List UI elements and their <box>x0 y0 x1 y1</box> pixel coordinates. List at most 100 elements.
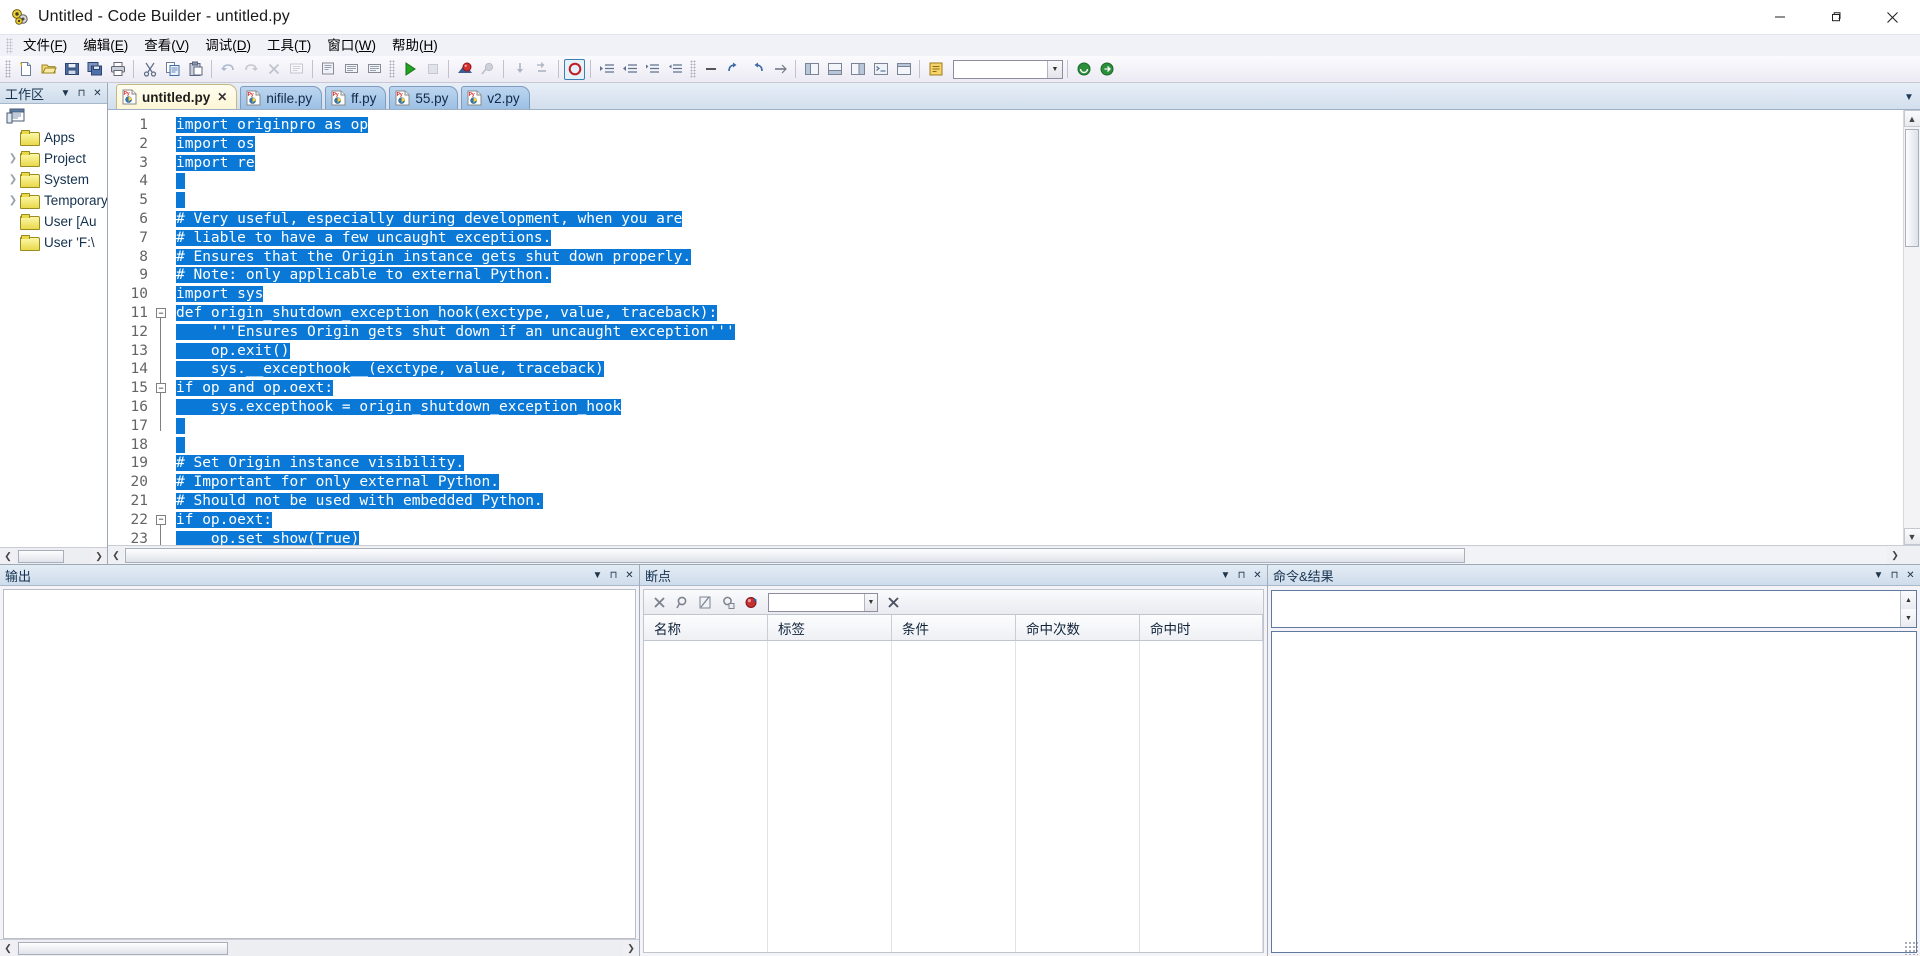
scroll-left-button[interactable]: ❮ <box>108 548 124 563</box>
editor-hscrollbar[interactable]: ❮ ❯ <box>108 545 1920 564</box>
code-line[interactable] <box>176 172 1903 191</box>
scroll-track[interactable] <box>16 548 91 564</box>
chevron-down-icon[interactable]: ▼ <box>864 593 877 611</box>
find-icon[interactable] <box>286 59 307 80</box>
redo-icon[interactable] <box>240 59 261 80</box>
step-into-icon[interactable] <box>509 59 530 80</box>
code-line[interactable]: sys.__excepthook__(exctype, value, trace… <box>176 360 1903 379</box>
toggle-workspace-icon[interactable] <box>893 59 914 80</box>
scroll-right-button[interactable]: ❯ <box>1887 548 1903 563</box>
code-line[interactable]: # Note: only applicable to external Pyth… <box>176 266 1903 285</box>
code-line[interactable]: def origin_shutdown_exception_hook(excty… <box>176 304 1903 323</box>
code-line[interactable]: # Set Origin instance visibility. <box>176 454 1903 473</box>
build-icon[interactable] <box>477 59 498 80</box>
code-line[interactable]: # liable to have a few uncaught exceptio… <box>176 229 1903 248</box>
comment-icon[interactable] <box>642 59 663 80</box>
menu-tools[interactable]: 工具(T) <box>259 35 319 57</box>
menu-file[interactable]: 文件(F) <box>15 35 75 57</box>
uncomment-icon[interactable] <box>665 59 686 80</box>
code-line[interactable]: # Ensures that the Origin instance gets … <box>176 248 1903 267</box>
scroll-thumb[interactable] <box>125 547 1465 563</box>
run-icon[interactable] <box>399 59 420 80</box>
close-icon[interactable]: ✕ <box>91 86 104 101</box>
breakpoints-filter-combo[interactable]: ▼ <box>768 592 878 612</box>
close-icon[interactable]: ✕ <box>623 568 636 583</box>
toolbar-search-combo[interactable]: ▼ <box>953 59 1063 79</box>
outdent-icon[interactable] <box>619 59 640 80</box>
toggle-output-icon[interactable] <box>824 59 845 80</box>
menu-grip-icon[interactable] <box>6 37 13 54</box>
menu-window[interactable]: 窗口(W) <box>319 35 384 57</box>
tab-untitled-py[interactable]: Py untitled.py ✕ <box>116 84 238 109</box>
menu-help[interactable]: 帮助(H) <box>384 35 446 57</box>
code-line[interactable]: if op.oext: <box>176 511 1903 530</box>
output-hscrollbar[interactable]: ❮ ❯ <box>0 939 639 956</box>
chevron-right-icon[interactable]: ❯ <box>6 173 20 187</box>
tree-item-user-f[interactable]: User 'F:\ <box>0 232 107 253</box>
command-results-area[interactable] <box>1271 631 1917 953</box>
close-icon[interactable]: ✕ <box>1251 568 1264 583</box>
goto-source-icon[interactable] <box>696 593 715 612</box>
maximize-button[interactable] <box>1808 0 1864 34</box>
toggle-panel-icon[interactable] <box>801 59 822 80</box>
tree-item-system[interactable]: ❯ System <box>0 169 107 190</box>
column-header-label[interactable]: 标签 <box>768 615 892 640</box>
scroll-track[interactable] <box>16 940 623 956</box>
spin-down-icon[interactable]: ▼ <box>1901 609 1916 627</box>
editor-vscrollbar[interactable]: ▲ ▼ <box>1903 110 1920 545</box>
toggle-breakpoints-icon[interactable] <box>847 59 868 80</box>
resize-grip-icon[interactable] <box>1904 941 1918 955</box>
disable-breakpoint-icon[interactable] <box>673 593 692 612</box>
new-breakpoint-icon[interactable] <box>742 593 761 612</box>
breakpoints-rows[interactable] <box>644 641 1263 952</box>
tab-ff-py[interactable]: Py ff.py <box>325 86 387 109</box>
compile-icon[interactable] <box>454 59 475 80</box>
breakpoint-toggle-icon[interactable] <box>564 58 585 80</box>
breakpoints-grid[interactable]: 名称 标签 条件 命中次数 命中时 <box>643 614 1264 953</box>
bookmark-prev-icon[interactable] <box>746 59 767 80</box>
spin-up-icon[interactable]: ▲ <box>1901 591 1916 609</box>
toolbar-search-input[interactable] <box>954 61 1046 77</box>
breakpoints-filter-input[interactable] <box>769 594 861 610</box>
chevron-right-icon[interactable]: ❯ <box>6 194 20 208</box>
copy-icon[interactable] <box>162 59 183 80</box>
code-text[interactable]: import originpro as op import os import re… <box>170 110 1903 545</box>
tab-nifile-py[interactable]: Py nifile.py <box>240 86 323 109</box>
find-prev-icon[interactable] <box>364 59 385 80</box>
dropdown-icon[interactable]: ▼ <box>59 86 72 101</box>
tab-v2-py[interactable]: Py v2.py <box>461 86 530 109</box>
code-line[interactable]: op.set_show(True) <box>176 530 1903 545</box>
code-line[interactable]: sys.excepthook = origin_shutdown_excepti… <box>176 398 1903 417</box>
workspace-tree[interactable]: Apps ❯ Project ❯ System ❯ Temporary User… <box>0 104 107 547</box>
tab-55-py[interactable]: Py 55.py <box>389 86 459 109</box>
command-input[interactable] <box>1272 591 1900 625</box>
stop-icon[interactable] <box>422 59 443 80</box>
tree-item-project[interactable]: ❯ Project <box>0 148 107 169</box>
save-all-icon[interactable] <box>84 59 105 80</box>
toolbar-grip-icon[interactable] <box>389 60 395 78</box>
clear-filter-icon[interactable] <box>884 593 903 612</box>
new-file-icon[interactable] <box>15 59 36 80</box>
indent-icon[interactable] <box>596 59 617 80</box>
paste-icon[interactable] <box>185 59 206 80</box>
fold-toggle-icon[interactable]: − <box>156 308 166 318</box>
workspace-root-icon[interactable] <box>0 107 107 127</box>
minimize-button[interactable] <box>1752 0 1808 34</box>
print-icon[interactable] <box>107 59 128 80</box>
fold-column[interactable]: − − − <box>154 110 170 545</box>
scroll-right-button[interactable]: ❯ <box>623 941 639 956</box>
close-icon[interactable]: ✕ <box>1904 568 1917 583</box>
code-line[interactable]: # Should not be used with embedded Pytho… <box>176 492 1903 511</box>
scroll-left-button[interactable]: ❮ <box>0 549 16 564</box>
output-text-area[interactable] <box>3 589 636 939</box>
code-line[interactable] <box>176 191 1903 210</box>
scroll-thumb[interactable] <box>18 941 228 955</box>
code-line[interactable]: if op and op.oext: <box>176 379 1903 398</box>
column-header-hitwhen[interactable]: 命中时 <box>1140 615 1263 640</box>
chevron-down-icon[interactable]: ▼ <box>1047 60 1062 78</box>
code-line[interactable]: # Important for only external Python. <box>176 473 1903 492</box>
scroll-left-button[interactable]: ❮ <box>0 941 16 956</box>
properties-icon[interactable] <box>719 593 738 612</box>
pin-icon[interactable]: ⊓ <box>1888 568 1901 583</box>
dropdown-icon[interactable]: ▼ <box>1872 568 1885 583</box>
